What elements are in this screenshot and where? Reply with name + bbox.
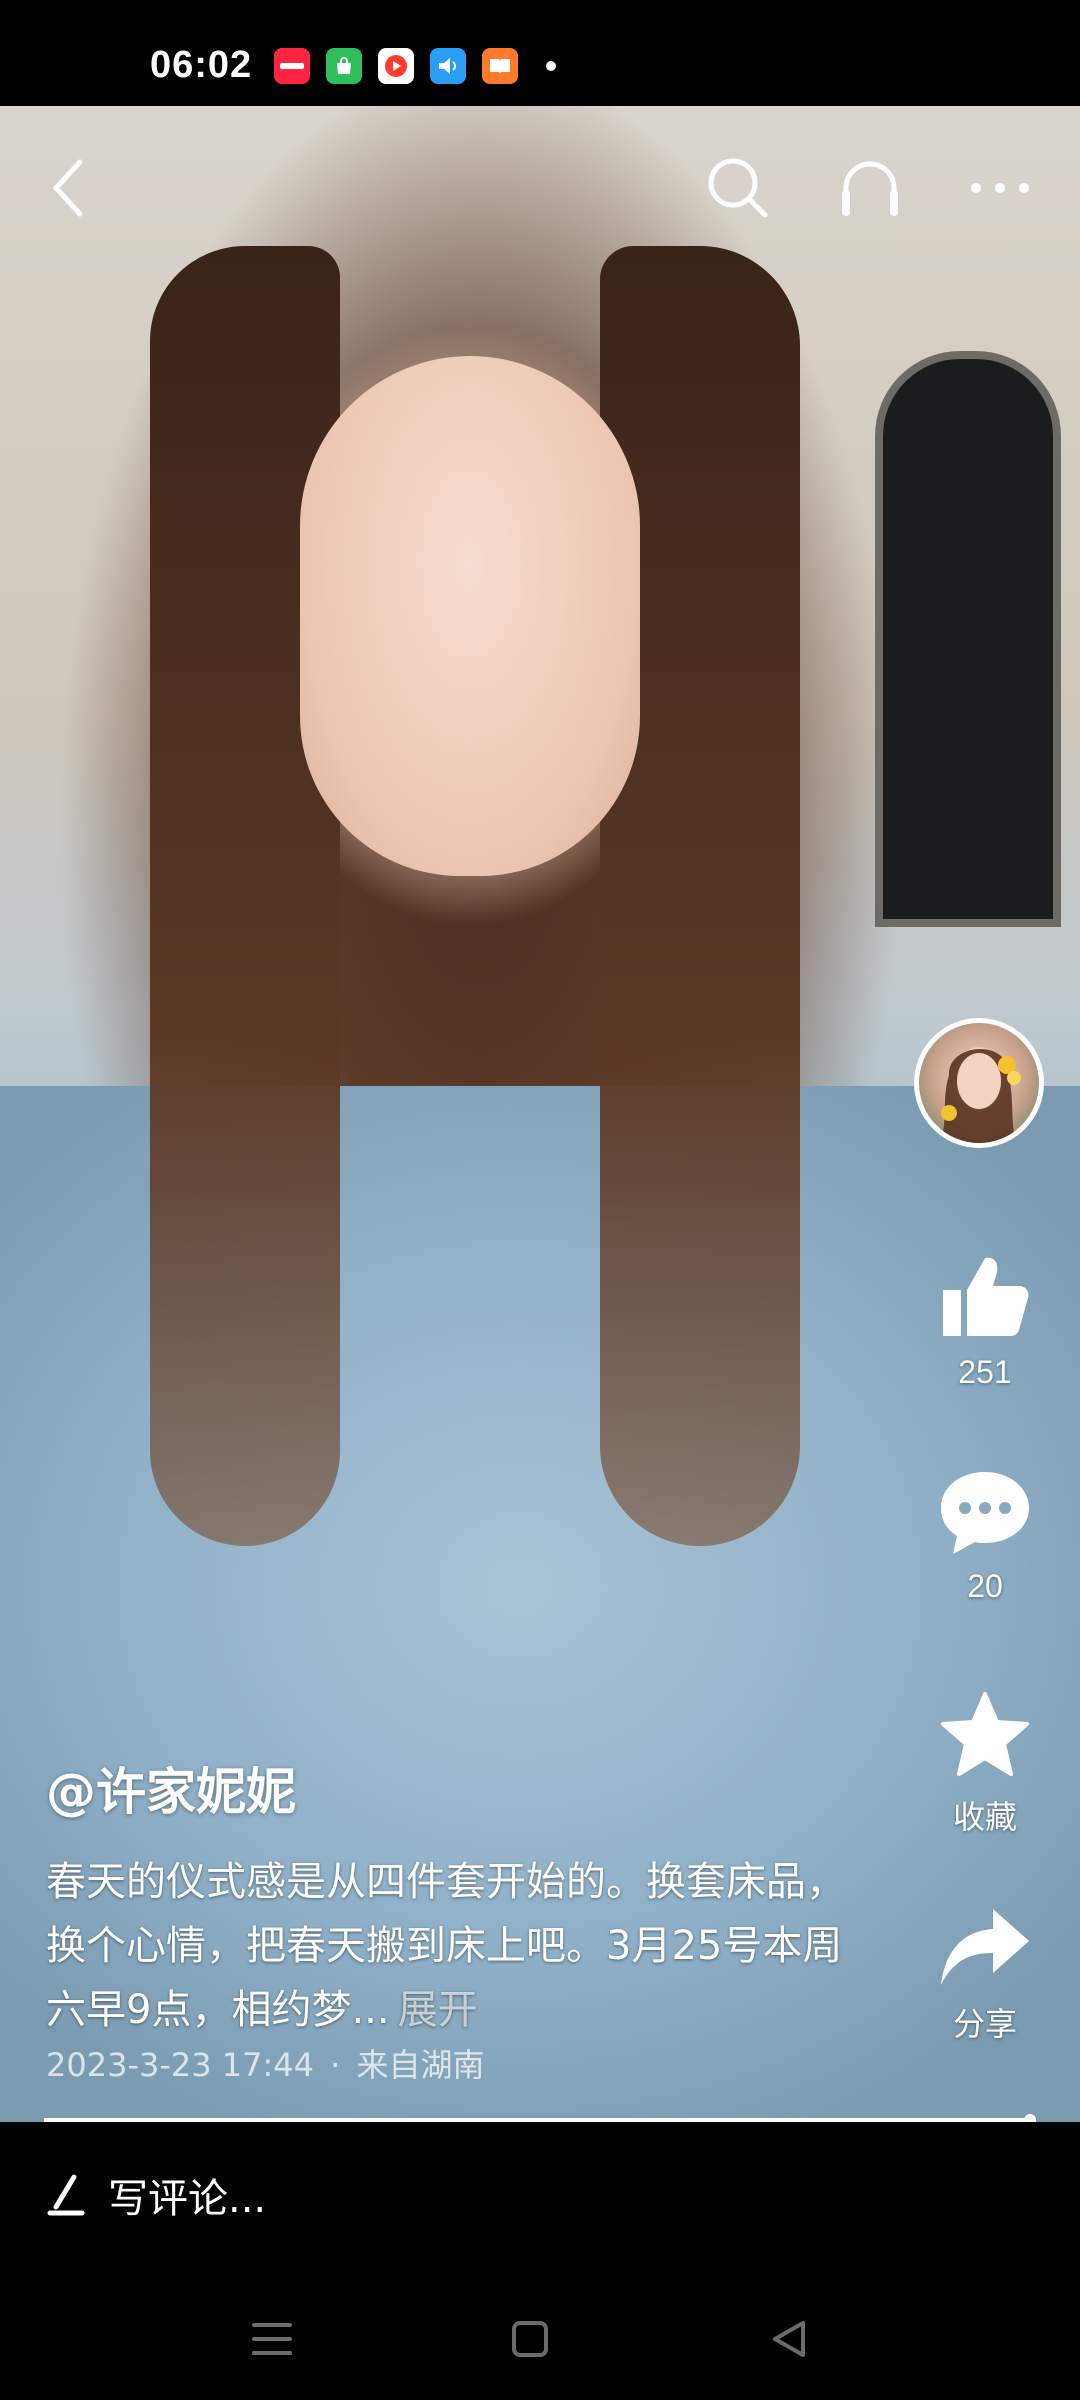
video-subject-hair bbox=[150, 246, 340, 1546]
menu-icon bbox=[252, 2323, 292, 2355]
like-count: 251 bbox=[958, 1354, 1012, 1390]
search-button[interactable] bbox=[698, 148, 778, 228]
nav-menu-button[interactable] bbox=[232, 2304, 312, 2374]
avatar-illustration bbox=[939, 1047, 1021, 1143]
background-arched-door bbox=[875, 351, 1061, 927]
headphones-icon bbox=[842, 161, 898, 216]
home-square-icon bbox=[512, 2321, 548, 2357]
share-label: 分享 bbox=[952, 2006, 1017, 2042]
chevron-left-icon bbox=[53, 159, 83, 217]
like-button[interactable]: 251 bbox=[925, 1248, 1045, 1391]
share-arrow-icon bbox=[941, 1909, 1029, 1985]
search-icon bbox=[708, 158, 768, 218]
comment-input[interactable]: 写评论... bbox=[46, 2158, 266, 2232]
status-bar: 06:02 bbox=[0, 0, 1080, 106]
status-time: 06:02 bbox=[150, 44, 253, 86]
back-button[interactable] bbox=[28, 148, 108, 228]
comment-bar: 写评论... bbox=[0, 2122, 1080, 2270]
listen-button[interactable] bbox=[830, 148, 910, 228]
notification-icons bbox=[274, 48, 556, 84]
top-bar bbox=[0, 106, 1080, 276]
collect-button[interactable]: 收藏 bbox=[925, 1690, 1045, 1838]
video-player-app-icon bbox=[378, 48, 414, 84]
back-triangle-icon bbox=[773, 2321, 805, 2357]
video-subject-hair bbox=[600, 246, 800, 1546]
video-subject-face bbox=[300, 356, 640, 876]
meta-separator: · bbox=[330, 2046, 341, 2084]
expand-link[interactable]: 展开 bbox=[398, 1987, 478, 2033]
post-location: 来自湖南 bbox=[356, 2046, 485, 2084]
author-avatar[interactable] bbox=[914, 1018, 1044, 1148]
xiaohongshu-app-icon bbox=[274, 48, 310, 84]
share-button[interactable]: 分享 bbox=[925, 1905, 1045, 2045]
comment-placeholder: 写评论... bbox=[108, 2176, 267, 2222]
thumbs-up-icon bbox=[943, 1257, 1029, 1336]
pen-icon bbox=[47, 2174, 85, 2216]
reader-app-icon bbox=[482, 48, 518, 84]
post-caption: @许家妮妮 春天的仪式感是从四件套开始的。换套床品，换个心情，把春天搬到床上吧。… bbox=[46, 1752, 866, 2086]
post-description[interactable]: 春天的仪式感是从四件套开始的。换套床品，换个心情，把春天搬到床上吧。3月25号本… bbox=[46, 1850, 866, 2042]
comment-button[interactable]: 20 bbox=[925, 1468, 1045, 1605]
nav-back-button[interactable] bbox=[748, 2304, 828, 2374]
more-dots-icon bbox=[971, 183, 1029, 193]
star-icon bbox=[941, 1692, 1029, 1776]
comment-count: 20 bbox=[967, 1568, 1003, 1604]
post-date: 2023-3-23 17:44 bbox=[46, 2046, 314, 2084]
more-button[interactable] bbox=[960, 148, 1040, 228]
comment-bubble-icon bbox=[941, 1472, 1029, 1554]
audio-app-icon bbox=[430, 48, 466, 84]
more-notifications-dot bbox=[546, 61, 556, 71]
nav-home-button[interactable] bbox=[490, 2304, 570, 2374]
shopping-bag-app-icon bbox=[326, 48, 362, 84]
post-meta: 2023-3-23 17:44 · 来自湖南 bbox=[46, 2040, 866, 2086]
author-name[interactable]: @许家妮妮 bbox=[46, 1752, 866, 1824]
collect-label: 收藏 bbox=[952, 1799, 1017, 1835]
system-nav-bar bbox=[0, 2270, 1080, 2400]
